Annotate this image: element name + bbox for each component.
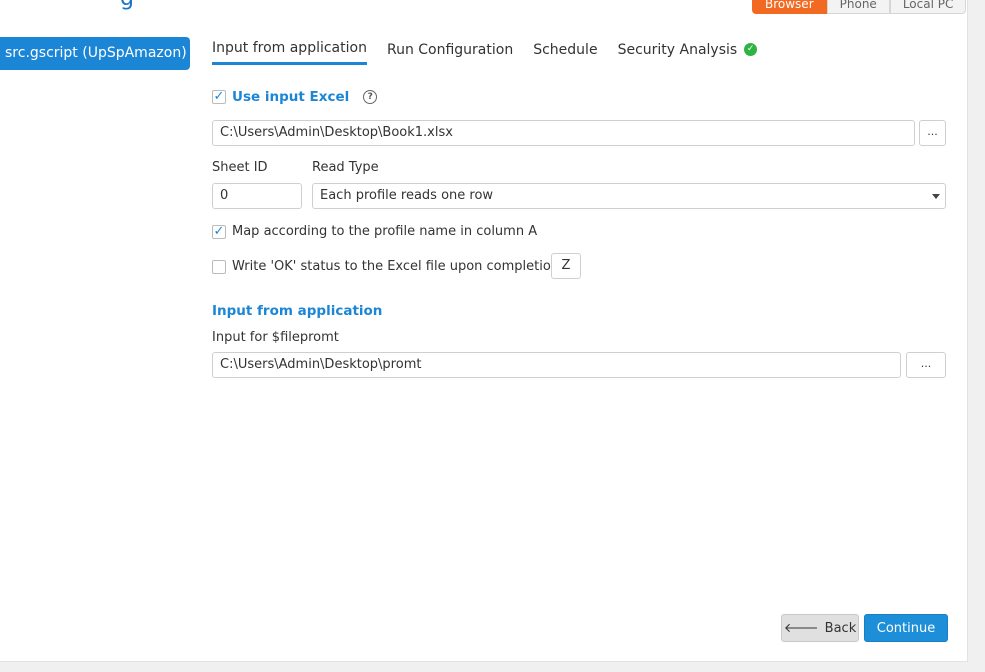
tab-input-from-application[interactable]: Input from application [212,40,367,65]
filepromt-browse-button[interactable]: ... [906,352,946,378]
excel-browse-button[interactable]: ... [919,120,946,146]
mode-phone-button[interactable]: Phone [826,0,890,14]
sheet-id-input[interactable]: 0 [212,183,302,209]
excel-file-path-input[interactable]: C:\Users\Admin\Desktop\Book1.xlsx [212,120,915,146]
chevron-down-icon [932,194,940,199]
help-icon[interactable]: ? [363,90,378,104]
read-type-value: Each profile reads one row [320,188,494,203]
read-type-select[interactable]: Each profile reads one row [312,183,946,209]
write-ok-checkbox[interactable] [212,259,226,274]
mode-browser-button[interactable]: Browser [752,0,827,14]
tab-label: Run Configuration [386,41,514,58]
page-title: g [120,0,134,11]
tab-security-analysis[interactable]: Security Analysis ✓ [618,40,758,65]
sidebar-item-script[interactable]: src.gscript (UpSpAmazon) [0,37,190,70]
tab-run-configuration[interactable]: Run Configuration [387,40,513,65]
map-profile-checkbox[interactable]: ✓ [212,224,226,239]
write-ok-row: Write 'OK' status to the Excel file upon… [212,259,559,274]
mode-switch: Browser Phone Local PC [752,0,967,14]
write-ok-column-input[interactable]: Z [551,253,581,279]
tab-label: Schedule [533,41,598,58]
write-ok-label: Write 'OK' status to the Excel file upon… [232,259,560,274]
tab-schedule[interactable]: Schedule [533,40,597,65]
mode-local-pc-button[interactable]: Local PC [889,0,967,14]
tab-label: Security Analysis [617,41,738,58]
use-input-excel-checkbox[interactable]: ✓ [212,90,226,104]
arrow-left-icon: 🡐 [783,620,819,636]
read-type-label: Read Type [312,160,379,175]
section-title-input-from-application: Input from application [212,303,383,319]
continue-button[interactable]: Continue [864,614,948,642]
back-button-label: Back [824,620,857,636]
main-panel: g Browser Phone Local PC src.gscript (Up… [0,0,968,662]
filepromt-label: Input for $filepromt [212,330,339,345]
back-button[interactable]: 🡐 Back [781,614,859,642]
use-input-excel-row: ✓ Use input Excel ? [212,89,378,105]
check-circle-icon: ✓ [744,43,758,56]
filepromt-input[interactable]: C:\Users\Admin\Desktop\promt [212,352,901,378]
use-input-excel-label: Use input Excel [232,89,350,105]
tab-label: Input from application [212,40,367,56]
map-profile-row: ✓ Map according to the profile name in c… [212,224,537,239]
tab-bar: Input from application Run Configuration… [212,40,758,65]
map-profile-label: Map according to the profile name in col… [232,224,538,239]
sheet-id-label: Sheet ID [212,160,268,175]
